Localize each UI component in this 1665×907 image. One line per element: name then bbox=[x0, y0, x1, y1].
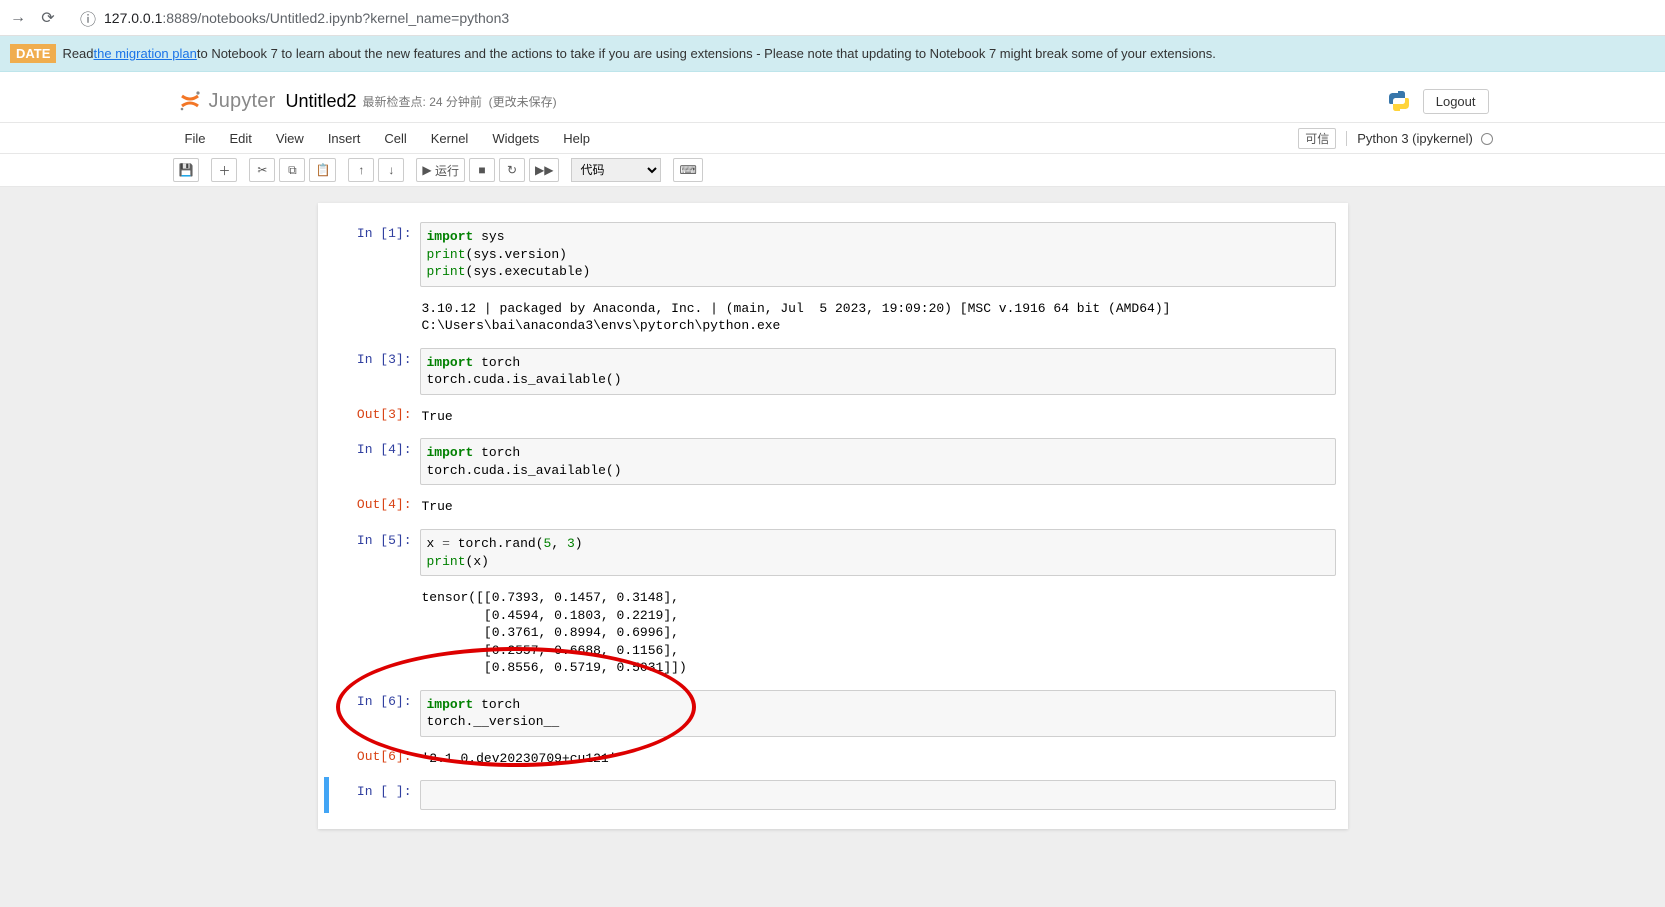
run-button[interactable]: ▶ 运行 bbox=[416, 158, 465, 182]
code-input[interactable]: x = torch.rand(5, 3) print(x) bbox=[420, 529, 1336, 576]
reload-icon[interactable]: ⟳ bbox=[38, 8, 58, 28]
menu-cell[interactable]: Cell bbox=[372, 131, 418, 146]
restart-icon: ↻ bbox=[507, 163, 517, 177]
migration-plan-link[interactable]: the migration plan bbox=[94, 46, 197, 61]
banner-text-2: to Notebook 7 to learn about the new fea… bbox=[197, 46, 1216, 61]
code-input[interactable]: import torch torch.cuda.is_available() bbox=[420, 438, 1336, 485]
code-cell[interactable]: In [1]:import sys print(sys.version) pri… bbox=[324, 219, 1342, 290]
copy-button[interactable]: ⧉ bbox=[279, 158, 305, 182]
migration-banner: DATE Read the migration plan to Notebook… bbox=[0, 36, 1665, 72]
scissors-icon: ✂ bbox=[257, 163, 267, 177]
out-prompt: Out[3]: bbox=[330, 403, 420, 431]
banner-text-1: Read bbox=[62, 46, 93, 61]
address-bar[interactable]: ⓘ 127.0.0.1:8889/notebooks/Untitled2.ipy… bbox=[68, 4, 519, 32]
copy-icon: ⧉ bbox=[288, 163, 297, 178]
stop-icon: ■ bbox=[478, 163, 485, 177]
notebook-container: In [1]:import sys print(sys.version) pri… bbox=[318, 203, 1348, 829]
restart-button[interactable]: ↻ bbox=[499, 158, 525, 182]
kernel-name[interactable]: Python 3 (ipykernel) bbox=[1346, 131, 1492, 146]
menu-edit[interactable]: Edit bbox=[217, 131, 263, 146]
menu-file[interactable]: File bbox=[173, 131, 218, 146]
in-prompt: In [ ]: bbox=[330, 780, 420, 810]
code-cell[interactable]: In [4]:import torch torch.cuda.is_availa… bbox=[324, 435, 1342, 488]
code-input[interactable]: import torch torch.__version__ bbox=[420, 690, 1336, 737]
move-up-button[interactable]: ↑ bbox=[348, 158, 374, 182]
save-button[interactable]: 💾 bbox=[173, 158, 200, 182]
stream-output: tensor([[0.7393, 0.1457, 0.3148], [0.459… bbox=[420, 584, 1336, 682]
output-row: Out[3]:True bbox=[324, 400, 1342, 434]
notebook-name[interactable]: Untitled2 bbox=[286, 91, 357, 112]
menu-kernel[interactable]: Kernel bbox=[419, 131, 481, 146]
jupyter-logo[interactable]: Jupyter bbox=[177, 88, 276, 114]
menubar: File Edit View Insert Cell Kernel Widget… bbox=[163, 123, 1503, 153]
logout-button[interactable]: Logout bbox=[1423, 89, 1489, 114]
code-cell[interactable]: In [6]:import torch torch.__version__ bbox=[324, 687, 1342, 740]
code-cell[interactable]: In [3]:import torch torch.cuda.is_availa… bbox=[324, 345, 1342, 398]
menu-help[interactable]: Help bbox=[551, 131, 602, 146]
banner-tag: DATE bbox=[10, 44, 56, 63]
menu-widgets[interactable]: Widgets bbox=[480, 131, 551, 146]
url-host: 127.0.0.1:8889/notebooks/Untitled2.ipynb… bbox=[104, 10, 509, 26]
nav-forward-icon[interactable]: → bbox=[8, 9, 28, 27]
cut-button[interactable]: ✂ bbox=[249, 158, 275, 182]
execute-result: True bbox=[420, 403, 1336, 431]
browser-nav-bar: → ⟳ ⓘ 127.0.0.1:8889/notebooks/Untitled2… bbox=[0, 0, 1665, 36]
fast-forward-icon: ▶▶ bbox=[535, 163, 553, 177]
jupyter-logo-icon bbox=[177, 88, 203, 114]
keyboard-icon: ⌨ bbox=[679, 163, 696, 177]
play-icon: ▶ bbox=[422, 163, 431, 177]
trusted-indicator[interactable]: 可信 bbox=[1298, 128, 1336, 149]
plus-icon: ＋ bbox=[218, 162, 230, 179]
code-input[interactable] bbox=[420, 780, 1336, 810]
arrow-up-icon: ↑ bbox=[358, 163, 364, 177]
move-down-button[interactable]: ↓ bbox=[378, 158, 404, 182]
paste-icon: 📋 bbox=[315, 163, 330, 177]
add-cell-button[interactable]: ＋ bbox=[211, 158, 237, 182]
out-prompt: Out[6]: bbox=[330, 745, 420, 773]
code-input[interactable]: import torch torch.cuda.is_available() bbox=[420, 348, 1336, 395]
output-row: 3.10.12 | packaged by Anaconda, Inc. | (… bbox=[324, 292, 1342, 343]
code-input[interactable]: import sys print(sys.version) print(sys.… bbox=[420, 222, 1336, 287]
kernel-status-icon bbox=[1481, 133, 1493, 145]
code-cell-empty[interactable]: In [ ]: bbox=[324, 777, 1342, 813]
menu-insert[interactable]: Insert bbox=[316, 131, 373, 146]
stream-output: 3.10.12 | packaged by Anaconda, Inc. | (… bbox=[420, 295, 1336, 340]
notebook-header: Jupyter Untitled2 最新检查点: 24 分钟前 (更改未保存) … bbox=[163, 72, 1503, 122]
output-row: tensor([[0.7393, 0.1457, 0.3148], [0.459… bbox=[324, 581, 1342, 685]
execute-result: '2.1.0.dev20230709+cu121' bbox=[420, 745, 1336, 773]
checkpoint-status: 最新检查点: 24 分钟前 (更改未保存) bbox=[363, 93, 557, 110]
in-prompt: In [4]: bbox=[330, 438, 420, 485]
cell-type-select[interactable]: 代码 bbox=[571, 158, 661, 182]
execute-result: True bbox=[420, 493, 1336, 521]
python-logo-icon bbox=[1387, 89, 1411, 113]
code-cell[interactable]: In [5]:x = torch.rand(5, 3) print(x) bbox=[324, 526, 1342, 579]
output-row: Out[4]:True bbox=[324, 490, 1342, 524]
in-prompt: In [1]: bbox=[330, 222, 420, 287]
jupyter-logo-text: Jupyter bbox=[209, 90, 276, 113]
paste-button[interactable]: 📋 bbox=[309, 158, 336, 182]
save-icon: 💾 bbox=[179, 163, 194, 177]
restart-run-all-button[interactable]: ▶▶ bbox=[529, 158, 559, 182]
site-info-icon[interactable]: ⓘ bbox=[78, 6, 98, 30]
in-prompt: In [6]: bbox=[330, 690, 420, 737]
in-prompt: In [3]: bbox=[330, 348, 420, 395]
command-palette-button[interactable]: ⌨ bbox=[673, 158, 702, 182]
out-prompt: Out[4]: bbox=[330, 493, 420, 521]
interrupt-button[interactable]: ■ bbox=[469, 158, 495, 182]
menu-view[interactable]: View bbox=[264, 131, 316, 146]
toolbar: 💾 ＋ ✂ ⧉ 📋 ↑ ↓ ▶ 运行 ■ ↻ ▶▶ 代码 ⌨ bbox=[163, 154, 1503, 186]
in-prompt: In [5]: bbox=[330, 529, 420, 576]
output-row: Out[6]:'2.1.0.dev20230709+cu121' bbox=[324, 742, 1342, 776]
arrow-down-icon: ↓ bbox=[388, 163, 394, 177]
